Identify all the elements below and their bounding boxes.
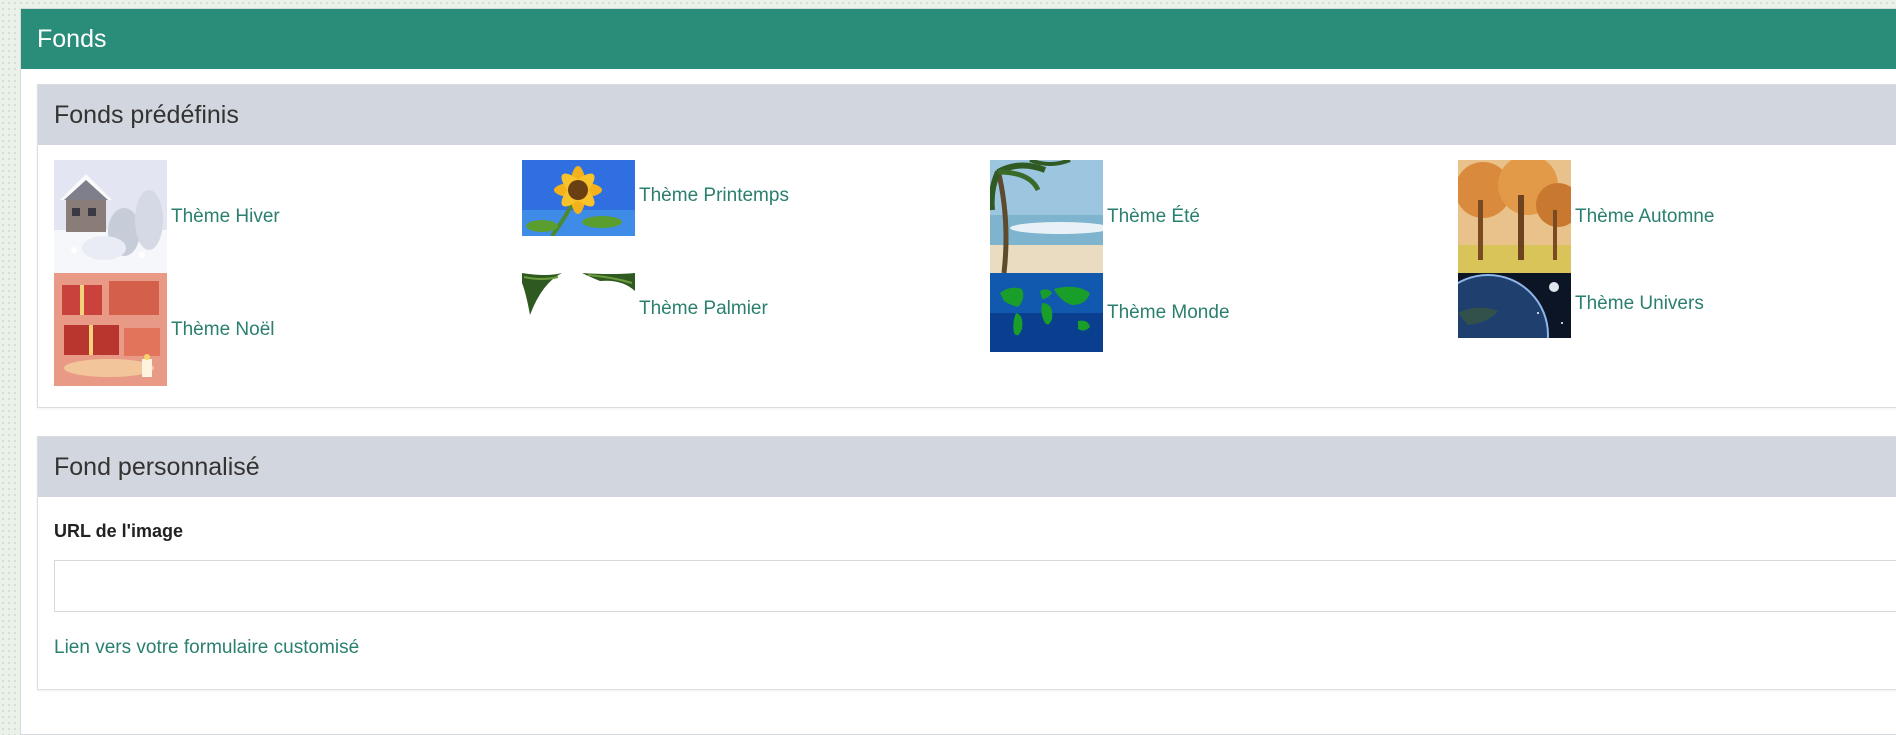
christmas-gifts-icon bbox=[54, 273, 167, 386]
theme-winter[interactable]: Thème Hiver bbox=[54, 160, 280, 273]
theme-christmas[interactable]: Thème Noël bbox=[54, 273, 275, 386]
theme-universe[interactable]: Thème Univers bbox=[1458, 273, 1704, 338]
winter-chalet-icon bbox=[54, 160, 167, 273]
theme-label: Thème Monde bbox=[1107, 301, 1230, 323]
theme-label: Thème Noël bbox=[171, 318, 275, 340]
world-map-icon bbox=[990, 273, 1103, 352]
theme-label: Thème Printemps bbox=[639, 185, 789, 206]
theme-label: Thème Automne bbox=[1575, 205, 1715, 227]
theme-grid: Thème Hiver Thème Printemps Thème Été Th… bbox=[38, 145, 1896, 407]
theme-world[interactable]: Thème Monde bbox=[990, 273, 1230, 352]
image-url-input[interactable] bbox=[54, 560, 1896, 612]
theme-label: Thème Hiver bbox=[171, 205, 280, 227]
page-title: Fonds bbox=[21, 9, 1896, 69]
sunflower-icon bbox=[522, 160, 635, 236]
predefined-backgrounds-panel: Fonds prédéfinis Thème Hiver Thème Print… bbox=[37, 84, 1896, 408]
predefined-backgrounds-title: Fonds prédéfinis bbox=[38, 85, 1896, 145]
theme-spring[interactable]: Thème Printemps bbox=[522, 160, 789, 236]
custom-form-link[interactable]: Lien vers votre formulaire customisé bbox=[54, 637, 359, 659]
backgrounds-panel: Fonds Fonds prédéfinis Thème Hiver Thème… bbox=[20, 8, 1896, 735]
palm-leaves-icon bbox=[522, 273, 635, 315]
theme-label: Thème Été bbox=[1107, 205, 1200, 227]
autumn-trees-icon bbox=[1458, 160, 1571, 273]
theme-summer[interactable]: Thème Été bbox=[990, 160, 1200, 273]
theme-palm[interactable]: Thème Palmier bbox=[522, 273, 768, 320]
theme-label: Thème Palmier bbox=[639, 298, 768, 319]
image-url-label: URL de l'image bbox=[54, 521, 183, 541]
theme-label: Thème Univers bbox=[1575, 293, 1704, 314]
beach-palm-icon bbox=[990, 160, 1103, 273]
custom-background-panel: Fond personnalisé URL de l'image Lien ve… bbox=[37, 436, 1896, 690]
custom-background-title: Fond personnalisé bbox=[38, 437, 1896, 497]
earth-space-icon bbox=[1458, 273, 1571, 338]
theme-autumn[interactable]: Thème Automne bbox=[1458, 160, 1714, 273]
